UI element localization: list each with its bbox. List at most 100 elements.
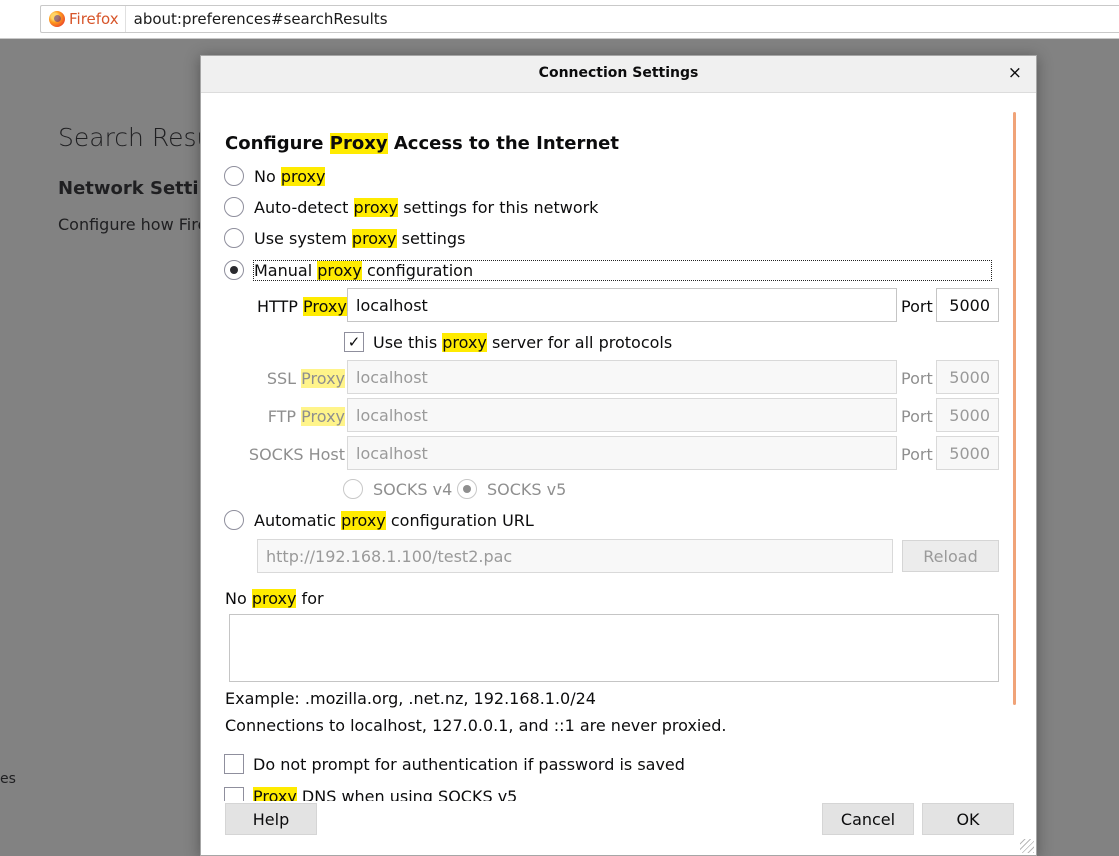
label-highlight: Proxy	[303, 297, 347, 316]
label-pre: Use this	[373, 332, 443, 352]
label-pre: Auto-detect	[254, 197, 354, 217]
label-post: configuration	[361, 260, 474, 280]
dialog-titlebar: Connection Settings ×	[201, 56, 1036, 93]
use-proxy-all-protocols-label: Use this proxy server for all protocols	[373, 332, 673, 352]
radio-socks-v5-circle[interactable]	[457, 479, 477, 499]
http-proxy-label: HTTP Proxy	[257, 297, 347, 316]
pac-url-input[interactable]: http://192.168.1.100/test2.pac	[257, 539, 893, 573]
checkmark-icon[interactable]: ✓	[344, 332, 364, 352]
http-port-input[interactable]: 5000	[936, 288, 999, 322]
ftp-proxy-input[interactable]: localhost	[347, 398, 897, 432]
label-pre: FTP	[267, 407, 302, 426]
label-pre: HTTP	[257, 297, 304, 316]
radio-socks-v5[interactable]: SOCKS v5	[457, 479, 566, 499]
dialog-title: Connection Settings	[538, 65, 699, 81]
label-post: for	[296, 589, 324, 608]
label-post: configuration URL	[385, 510, 534, 530]
socks-port-label: Port	[901, 445, 933, 464]
radio-auto-proxy-url-circle[interactable]	[224, 510, 244, 530]
label-highlight: proxy	[280, 166, 326, 186]
browser-toolbar: Firefox about:preferences#searchResults	[0, 0, 1119, 39]
socks-host-input[interactable]: localhost	[347, 436, 897, 470]
label-highlight: proxy	[317, 260, 362, 280]
no-proxy-for-label: No proxy for	[225, 589, 324, 608]
radio-no-proxy-label: No proxy	[254, 166, 326, 186]
label-highlight: proxy	[341, 510, 386, 530]
radio-manual-proxy[interactable]: Manual proxy configuration	[224, 259, 992, 281]
radio-system-proxy-label: Use system proxy settings	[254, 228, 466, 248]
ssl-proxy-input[interactable]: localhost	[347, 360, 897, 394]
ftp-proxy-label: FTP Proxy	[257, 407, 345, 426]
no-prompt-auth-checkbox[interactable]: Do not prompt for authentication if pass…	[224, 754, 685, 774]
heading-pre: Configure	[225, 133, 330, 154]
radio-socks-v4-label: SOCKS v4	[373, 479, 453, 499]
socks-port-input[interactable]: 5000	[936, 436, 999, 470]
proxy-heading: Configure Proxy Access to the Internet	[225, 133, 619, 154]
connection-settings-dialog: Connection Settings × Configure Proxy Ac…	[200, 55, 1037, 856]
label-pre: No	[254, 166, 281, 186]
proxy-dns-label: Proxy DNS when using SOCKS v5	[253, 787, 517, 801]
heading-post: Access to the Internet	[387, 133, 619, 154]
identity-box[interactable]: Firefox	[41, 6, 126, 32]
label-post: DNS when using SOCKS v5	[296, 787, 518, 801]
label-highlight: Proxy	[253, 787, 297, 801]
firefox-icon	[49, 11, 65, 27]
ftp-port-input[interactable]: 5000	[936, 398, 999, 432]
ssl-port-label: Port	[901, 369, 933, 388]
cancel-button[interactable]: Cancel	[822, 803, 914, 835]
radio-system-proxy[interactable]: Use system proxy settings	[224, 228, 465, 248]
label-pre: SSL	[266, 369, 302, 388]
identity-label: Firefox	[69, 10, 119, 28]
label-highlight: proxy	[353, 197, 399, 217]
http-port-label: Port	[901, 297, 933, 316]
label-post: settings for this network	[398, 197, 599, 217]
radio-socks-v4-circle[interactable]	[343, 479, 363, 499]
radio-manual-proxy-circle[interactable]	[224, 260, 244, 280]
label-highlight: proxy	[251, 589, 297, 608]
ok-button[interactable]: OK	[922, 803, 1014, 835]
label-pre: No	[225, 589, 252, 608]
label-pre: Use system	[254, 228, 352, 248]
radio-auto-proxy-url-label: Automatic proxy configuration URL	[254, 510, 534, 530]
label-pre: Manual	[254, 260, 318, 280]
ssl-port-input[interactable]: 5000	[936, 360, 999, 394]
radio-system-proxy-circle[interactable]	[224, 228, 244, 248]
reload-button[interactable]: Reload	[902, 540, 999, 572]
no-proxy-for-textarea[interactable]	[229, 614, 999, 682]
no-prompt-auth-box[interactable]	[224, 754, 244, 774]
label-highlight: Proxy	[301, 369, 345, 388]
proxy-dns-checkbox[interactable]: Proxy DNS when using SOCKS v5	[224, 787, 517, 801]
resize-grip-icon[interactable]	[1020, 839, 1034, 853]
radio-socks-v5-label: SOCKS v5	[487, 479, 567, 499]
label-pre: Automatic	[254, 510, 342, 530]
url-bar[interactable]: Firefox about:preferences#searchResults	[40, 5, 1119, 33]
dialog-scrollbar[interactable]	[1013, 112, 1019, 705]
url-text[interactable]: about:preferences#searchResults	[126, 10, 388, 28]
use-proxy-all-protocols-checkbox[interactable]: ✓ Use this proxy server for all protocol…	[344, 332, 672, 352]
sidebar-fragment: es	[0, 771, 16, 787]
http-proxy-input[interactable]: localhost	[347, 288, 897, 322]
radio-socks-v4[interactable]: SOCKS v4	[343, 479, 452, 499]
label-post: settings	[396, 228, 466, 248]
radio-auto-detect-circle[interactable]	[224, 197, 244, 217]
close-icon[interactable]: ×	[1008, 63, 1022, 83]
label-highlight: proxy	[351, 228, 397, 248]
radio-auto-detect-label: Auto-detect proxy settings for this netw…	[254, 197, 599, 217]
radio-auto-proxy-url[interactable]: Automatic proxy configuration URL	[224, 510, 534, 530]
radio-no-proxy[interactable]: No proxy	[224, 166, 326, 186]
no-prompt-auth-label: Do not prompt for authentication if pass…	[253, 754, 685, 774]
label-highlight: proxy	[442, 332, 487, 352]
label-post: server for all protocols	[486, 332, 673, 352]
radio-manual-proxy-label: Manual proxy configuration	[253, 259, 992, 281]
heading-highlight: Proxy	[329, 133, 388, 154]
scrollbar-thumb[interactable]	[1013, 112, 1016, 705]
socks-host-label: SOCKS Host	[248, 445, 345, 464]
radio-auto-detect[interactable]: Auto-detect proxy settings for this netw…	[224, 197, 598, 217]
help-button[interactable]: Help	[225, 803, 317, 835]
localhost-note: Connections to localhost, 127.0.0.1, and…	[225, 716, 727, 735]
ftp-port-label: Port	[901, 407, 933, 426]
proxy-dns-box[interactable]	[224, 787, 244, 801]
label-highlight: Proxy	[301, 407, 345, 426]
ssl-proxy-label: SSL Proxy	[257, 369, 345, 388]
radio-no-proxy-circle[interactable]	[224, 166, 244, 186]
